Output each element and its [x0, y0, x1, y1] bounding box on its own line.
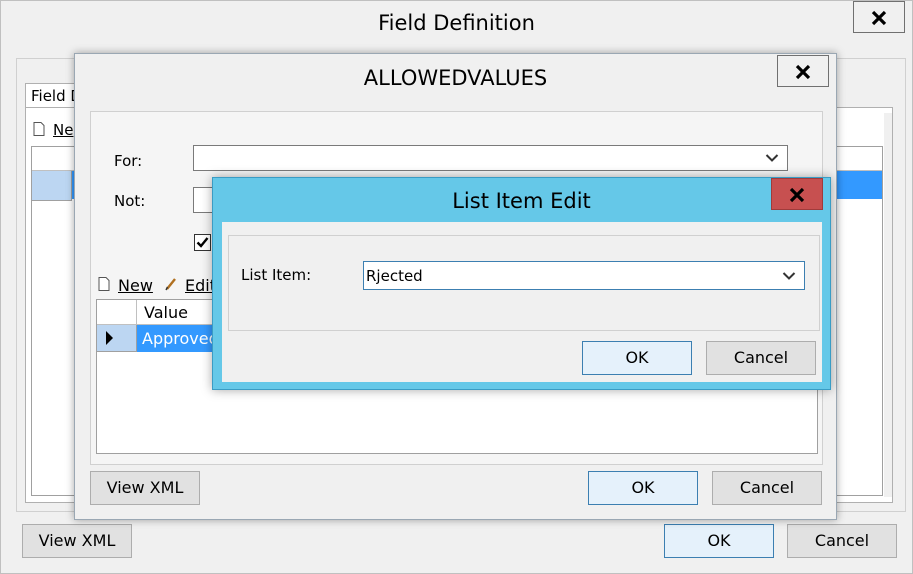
close-icon [795, 64, 811, 80]
new-document-icon [33, 122, 45, 136]
dialog-title: List Item Edit [452, 189, 591, 213]
column-header-text: Value [144, 303, 188, 322]
cancel-button[interactable]: Cancel [787, 524, 897, 558]
not-label: Not: [114, 192, 146, 210]
view-xml-button[interactable]: View XML [22, 524, 132, 558]
list-item-combobox[interactable]: Rjected [363, 261, 805, 290]
pencil-icon [165, 278, 176, 291]
window-title: ALLOWEDVALUES [363, 66, 548, 90]
row-selector[interactable] [97, 325, 137, 352]
cancel-button[interactable]: Cancel [712, 471, 822, 505]
close-icon [789, 187, 805, 203]
for-label: For: [114, 152, 143, 170]
new-button[interactable]: New [98, 274, 158, 296]
ok-button[interactable]: OK [664, 524, 774, 558]
cancel-button[interactable]: Cancel [706, 341, 816, 375]
chevron-down-icon [782, 271, 796, 280]
new-label: New [118, 276, 153, 295]
current-row-arrow-icon [106, 331, 113, 345]
close-icon [871, 10, 887, 26]
view-xml-button[interactable]: View XML [90, 471, 200, 505]
scroll-strip [884, 113, 892, 497]
ok-button[interactable]: OK [582, 341, 692, 375]
new-document-icon [98, 277, 110, 291]
ok-button[interactable]: OK [588, 471, 698, 505]
row-value: Approved [142, 329, 219, 348]
close-button[interactable] [777, 55, 829, 87]
list-item-edit-dialog: List Item Edit List Item: Rjected OK Can… [212, 177, 831, 390]
checkmark-icon [196, 237, 209, 248]
list-item-value: Rjected [366, 267, 423, 285]
checkbox[interactable] [194, 234, 211, 251]
grid-corner-header [97, 300, 137, 325]
window-title: Field Definition [378, 11, 535, 35]
edit-button[interactable]: Edit [165, 274, 216, 296]
close-button[interactable] [853, 1, 905, 33]
chevron-down-icon [765, 154, 779, 162]
list-item-label: List Item: [241, 266, 312, 284]
for-combobox[interactable] [193, 145, 788, 171]
close-button[interactable] [771, 178, 823, 210]
grid-row-selector[interactable] [32, 171, 72, 201]
new-label: Ne [53, 121, 74, 139]
